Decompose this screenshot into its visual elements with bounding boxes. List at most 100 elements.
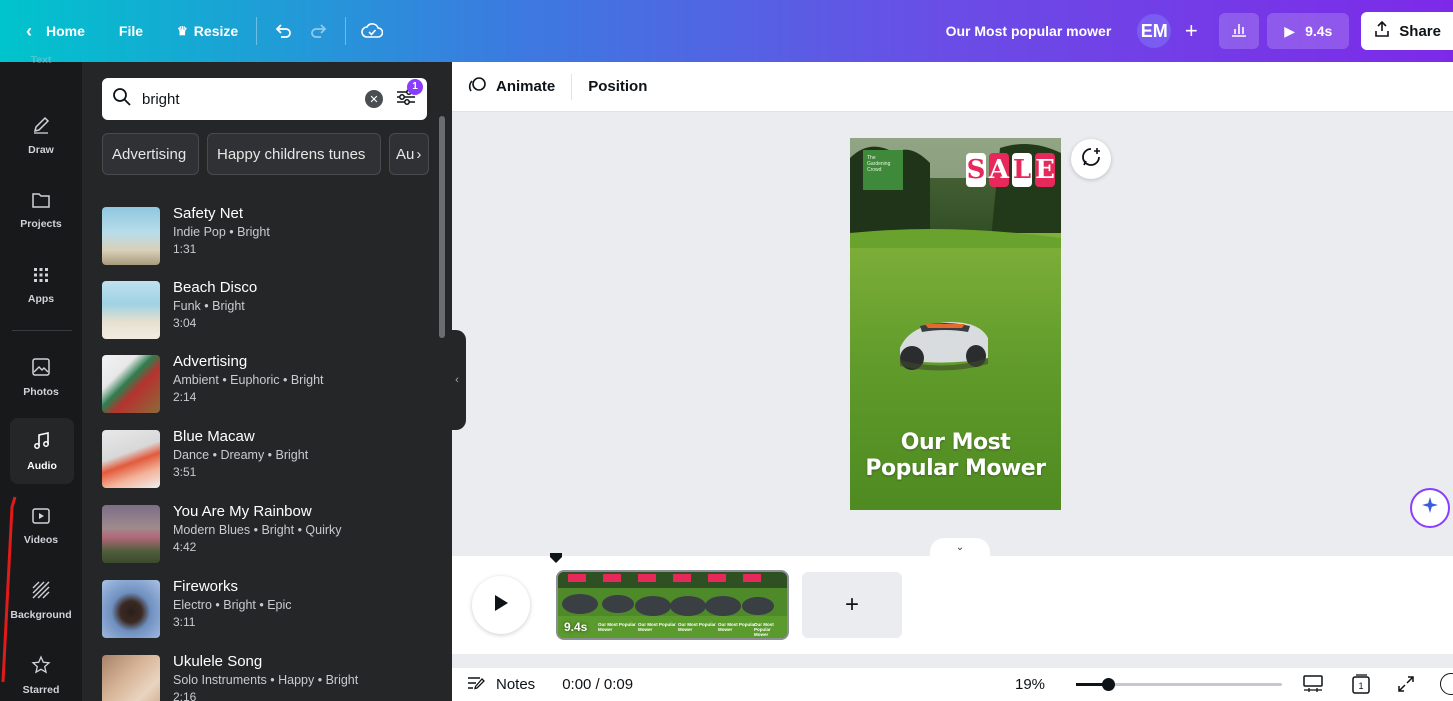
timeline-clip[interactable]: 9.4s Our Most Popular Mower Our Most Pop… (556, 570, 789, 640)
chip-partial[interactable]: Au › (389, 133, 429, 175)
timeline-play-button[interactable] (472, 576, 530, 634)
rail-item-text[interactable]: Text (0, 40, 82, 80)
avatar-initials: EM (1140, 20, 1168, 41)
track-meta: Ambient • Euphoric • Bright (173, 373, 324, 387)
undo-icon[interactable] (265, 13, 301, 49)
divider (571, 73, 573, 100)
track-name: Advertising (173, 353, 248, 370)
animate-icon (468, 75, 488, 99)
image-icon (31, 357, 51, 381)
zoom-slider[interactable] (1076, 678, 1282, 691)
add-page-button[interactable]: + (802, 572, 902, 638)
clip-caption: Our Most Popular Mower (754, 622, 774, 637)
apps-grid-icon (32, 266, 50, 288)
filter-count-badge: 1 (407, 78, 423, 95)
design-title[interactable]: Our Most popular mower (936, 13, 1122, 49)
magic-assistant-button[interactable] (1410, 488, 1450, 528)
list-item[interactable]: Fireworks Electro • Bright • Epic 3:11 (102, 577, 432, 643)
chevron-right-icon[interactable]: › (416, 146, 421, 163)
zoom-slider-thumb[interactable] (1102, 678, 1115, 691)
rail-item-audio[interactable]: Audio (10, 418, 74, 484)
divider (256, 17, 258, 45)
invite-plus-icon[interactable]: + (1173, 13, 1209, 49)
rail-item-label: Projects (20, 217, 62, 230)
track-thumbnail (102, 207, 160, 265)
avatar[interactable]: EM (1137, 14, 1172, 48)
position-button[interactable]: Position (578, 70, 657, 104)
collapse-panel-button[interactable]: ‹ (448, 330, 466, 430)
upload-icon (1373, 20, 1391, 42)
redo-icon[interactable] (301, 13, 337, 49)
rail-item-projects[interactable]: Projects (0, 177, 82, 243)
panel-scrollbar[interactable] (439, 116, 445, 338)
rail-item-draw[interactable]: Draw (0, 102, 82, 168)
rail-item-apps[interactable]: Apps (0, 252, 82, 318)
share-label: Share (1399, 22, 1441, 40)
search-icon (112, 87, 132, 112)
animate-button[interactable]: Animate (458, 70, 565, 104)
page-count-icon[interactable]: 1 (1350, 673, 1372, 699)
draw-icon (31, 115, 51, 139)
crown-icon: ♛ (177, 24, 188, 38)
context-toolbar: Animate Position (452, 62, 1453, 112)
rail-item-label: Text (30, 54, 52, 66)
track-meta: Modern Blues • Bright • Quirky (173, 523, 342, 537)
file-menu-button[interactable]: File (109, 13, 153, 49)
chip-happy-childrens-tunes[interactable]: Happy childrens tunes (207, 133, 381, 175)
grid-view-icon[interactable] (1302, 674, 1324, 698)
sale-letter: A (988, 153, 1010, 187)
top-bar: ‹ Home File ♛ Resize Our Most popular mo… (0, 0, 1453, 62)
list-item[interactable]: Ukulele Song Solo Instruments • Happy • … (102, 652, 432, 701)
search-input[interactable]: bright ✕ 1 (102, 78, 427, 120)
headline-line-1: Our Most (900, 430, 1011, 455)
notes-icon (466, 675, 486, 695)
animate-label: Animate (496, 78, 556, 95)
share-button[interactable]: Share (1361, 12, 1453, 50)
zoom-level[interactable]: 19% (1015, 676, 1045, 693)
chip-advertising[interactable]: Advertising (102, 133, 199, 175)
filter-button[interactable]: 1 (395, 78, 423, 112)
file-label: File (118, 23, 144, 39)
notes-label: Notes (496, 676, 536, 693)
background-icon (31, 580, 51, 604)
present-time: 9.4s (1305, 23, 1333, 39)
track-meta: Solo Instruments • Happy • Bright (173, 673, 359, 687)
timeline-toggle[interactable]: ⌄ (930, 538, 990, 556)
annotation-red-line (1, 496, 17, 683)
insights-button[interactable] (1219, 13, 1260, 49)
headline: Our Most Popular Mower (850, 430, 1061, 482)
playhead[interactable] (550, 550, 562, 563)
list-item[interactable]: Safety Net Indie Pop • Bright 1:31 (102, 204, 432, 270)
list-item[interactable]: Blue Macaw Dance • Dreamy • Bright 3:51 (102, 427, 432, 493)
list-item[interactable]: Beach Disco Funk • Bright 3:04 (102, 278, 432, 344)
clear-search-icon[interactable]: ✕ (365, 90, 383, 108)
sale-letter: E (1035, 153, 1055, 187)
resize-button[interactable]: ♛ Resize (167, 13, 248, 49)
list-item[interactable]: Advertising Ambient • Euphoric • Bright … (102, 352, 432, 418)
track-duration: 4:42 (173, 540, 197, 554)
list-item[interactable]: You Are My Rainbow Modern Blues • Bright… (102, 502, 432, 568)
help-icon[interactable] (1440, 673, 1453, 695)
design-page[interactable]: The Gardening Crowd S A L E Our Most Pop… (850, 138, 1061, 510)
comment-add-button[interactable] (1071, 139, 1111, 179)
music-note-icon (32, 431, 52, 455)
track-duration: 3:04 (173, 316, 197, 330)
comment-plus-icon (1080, 146, 1102, 173)
chip-label: Au (396, 145, 415, 163)
notes-button[interactable]: Notes (466, 675, 535, 695)
cloud-saved-icon[interactable] (354, 13, 390, 49)
chip-label: Advertising (112, 145, 187, 163)
bar-chart-icon (1230, 21, 1248, 42)
rail-item-label: Audio (27, 459, 57, 472)
clip-caption: Our Most Popular Mower (638, 622, 676, 632)
bottom-bar: Notes 0:00 / 0:09 19% 1 (452, 668, 1453, 701)
search-query: bright (142, 90, 180, 108)
rail-item-photos[interactable]: Photos (0, 344, 82, 410)
left-rail: Text Draw Projects Apps Photos Audio Vid… (0, 54, 82, 701)
audio-panel: bright ✕ 1 Advertising Happy childrens t… (82, 62, 452, 701)
play-icon (493, 594, 509, 617)
track-duration: 2:16 (173, 690, 197, 701)
fullscreen-icon[interactable] (1396, 674, 1416, 698)
present-button[interactable]: ▶ 9.4s (1267, 13, 1350, 49)
star-icon (31, 654, 51, 679)
